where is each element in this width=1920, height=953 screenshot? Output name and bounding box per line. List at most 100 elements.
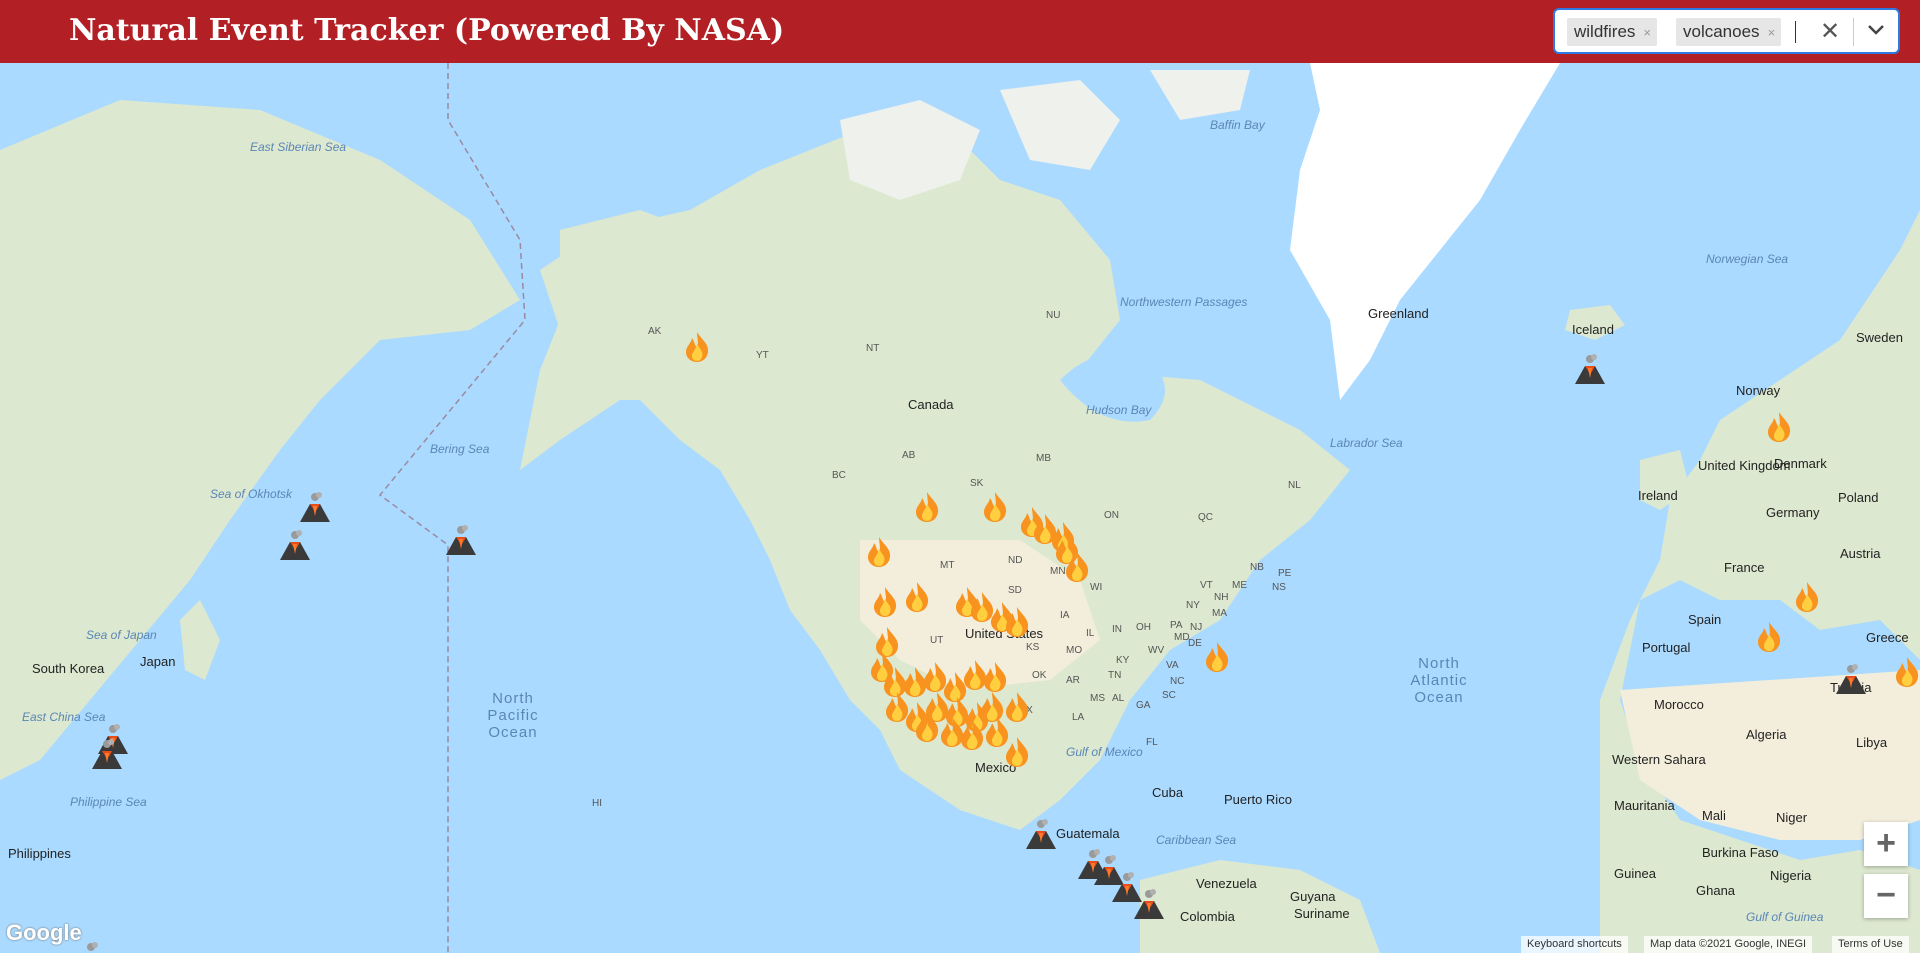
state-label: ND [1008, 555, 1023, 566]
water-label: Sea of Okhotsk [210, 487, 293, 501]
country-label: Sweden [1856, 330, 1903, 345]
zoom-out-button[interactable]: − [1864, 874, 1908, 918]
volcano-icon[interactable] [278, 528, 312, 562]
state-label: MA [1212, 608, 1227, 619]
volcano-icon[interactable] [1132, 887, 1166, 921]
country-label: Germany [1766, 505, 1820, 520]
country-label: Puerto Rico [1224, 792, 1292, 807]
state-label: KY [1116, 655, 1130, 666]
country-label: Poland [1838, 490, 1879, 505]
state-label: NJ [1190, 622, 1203, 633]
volcano-icon[interactable] [1024, 817, 1058, 851]
ocean-label: North Pacific Ocean [487, 690, 539, 741]
state-label: VT [1200, 580, 1213, 591]
separator [1853, 18, 1854, 46]
state-label: AB [902, 450, 916, 461]
state-label: QC [1198, 512, 1213, 523]
terms-link[interactable]: Terms of Use [1832, 936, 1909, 953]
state-label: NT [866, 343, 880, 354]
ocean-label: North Atlantic Ocean [1410, 655, 1468, 706]
volcano-icon[interactable] [1573, 352, 1607, 386]
state-label: NH [1214, 592, 1229, 603]
country-label: Suriname [1294, 906, 1350, 921]
google-logo: Google [6, 920, 82, 945]
water-label: Labrador Sea [1330, 436, 1403, 450]
country-label: Ireland [1638, 488, 1678, 503]
flame-icon[interactable] [1200, 640, 1234, 674]
state-label: NS [1272, 582, 1286, 593]
map-landmass [0, 63, 1920, 953]
country-label: Algeria [1746, 727, 1787, 742]
state-label: MO [1066, 645, 1083, 656]
state-label: NL [1288, 480, 1301, 491]
state-label: NY [1186, 600, 1200, 611]
volcano-icon[interactable] [444, 523, 478, 557]
water-label: Sea of Japan [86, 628, 157, 642]
state-label: IL [1086, 628, 1095, 639]
state-label: NU [1046, 310, 1061, 321]
flame-icon[interactable] [868, 585, 902, 619]
water-label: Baffin Bay [1210, 118, 1265, 132]
state-label: KS [1026, 642, 1040, 653]
water-label: East China Sea [22, 710, 106, 724]
zoom-in-button[interactable]: + [1864, 822, 1908, 866]
chip-remove-icon[interactable]: × [1643, 25, 1651, 40]
state-label: YT [756, 350, 769, 361]
flame-icon[interactable] [1000, 690, 1034, 724]
state-label: PE [1278, 568, 1292, 579]
country-label: Morocco [1654, 697, 1704, 712]
flame-icon[interactable] [1790, 580, 1824, 614]
water-label: Gulf of Guinea [1746, 910, 1824, 924]
state-label: WV [1148, 645, 1165, 656]
country-label: Nigeria [1770, 868, 1812, 883]
country-label: Guatemala [1056, 826, 1120, 841]
flame-icon[interactable] [1762, 410, 1796, 444]
volcano-icon[interactable] [298, 490, 332, 524]
volcano-icon[interactable] [90, 737, 124, 771]
state-label: GA [1136, 700, 1151, 711]
country-label: Norway [1736, 383, 1781, 398]
volcano-icon[interactable] [1834, 662, 1868, 696]
country-label: Cuba [1152, 785, 1184, 800]
flame-icon[interactable] [1752, 620, 1786, 654]
keyboard-shortcuts-link[interactable]: Keyboard shortcuts [1521, 936, 1628, 953]
country-label: Western Sahara [1612, 752, 1706, 767]
filter-chip-wildfires: wildfires × [1567, 18, 1657, 46]
flame-icon[interactable] [1000, 735, 1034, 769]
app-header: Natural Event Tracker (Powered By NASA) … [0, 0, 1920, 63]
country-label: Spain [1688, 612, 1722, 627]
flame-icon[interactable] [680, 330, 714, 364]
state-label: MT [940, 560, 955, 571]
flame-icon[interactable] [978, 490, 1012, 524]
page-title: Natural Event Tracker (Powered By NASA) [69, 13, 785, 48]
water-label: Philippine Sea [70, 795, 147, 809]
state-label: MB [1036, 453, 1051, 464]
country-label: Venezuela [1196, 876, 1257, 891]
country-label: Austria [1840, 546, 1881, 561]
water-label: Gulf of Mexico [1066, 745, 1143, 759]
water-label: East Siberian Sea [250, 140, 347, 154]
clear-icon[interactable]: ✕ [1820, 17, 1840, 46]
state-label: NB [1250, 562, 1264, 573]
state-label: UT [930, 635, 944, 646]
flame-icon[interactable] [910, 490, 944, 524]
flame-icon[interactable] [1890, 655, 1920, 689]
state-label: MS [1090, 693, 1105, 704]
event-type-filter[interactable]: wildfires × volcanoes × ✕ [1553, 8, 1900, 54]
country-label: Denmark [1774, 456, 1827, 471]
water-label: Bering Sea [430, 442, 490, 456]
country-label: Ghana [1696, 883, 1736, 898]
country-label: Guyana [1290, 889, 1336, 904]
water-label: Northwestern Passages [1120, 295, 1248, 309]
chevron-down-icon[interactable] [1867, 23, 1885, 42]
flame-icon[interactable] [900, 580, 934, 614]
flame-icon[interactable] [1060, 550, 1094, 584]
chip-remove-icon[interactable]: × [1768, 25, 1776, 40]
map-canvas[interactable] [0, 63, 1920, 953]
flame-icon[interactable] [862, 535, 896, 569]
flame-icon[interactable] [978, 660, 1012, 694]
state-label: FL [1146, 737, 1158, 748]
flame-icon[interactable] [1000, 605, 1034, 639]
text-caret [1795, 21, 1796, 43]
state-label: SC [1162, 690, 1176, 701]
